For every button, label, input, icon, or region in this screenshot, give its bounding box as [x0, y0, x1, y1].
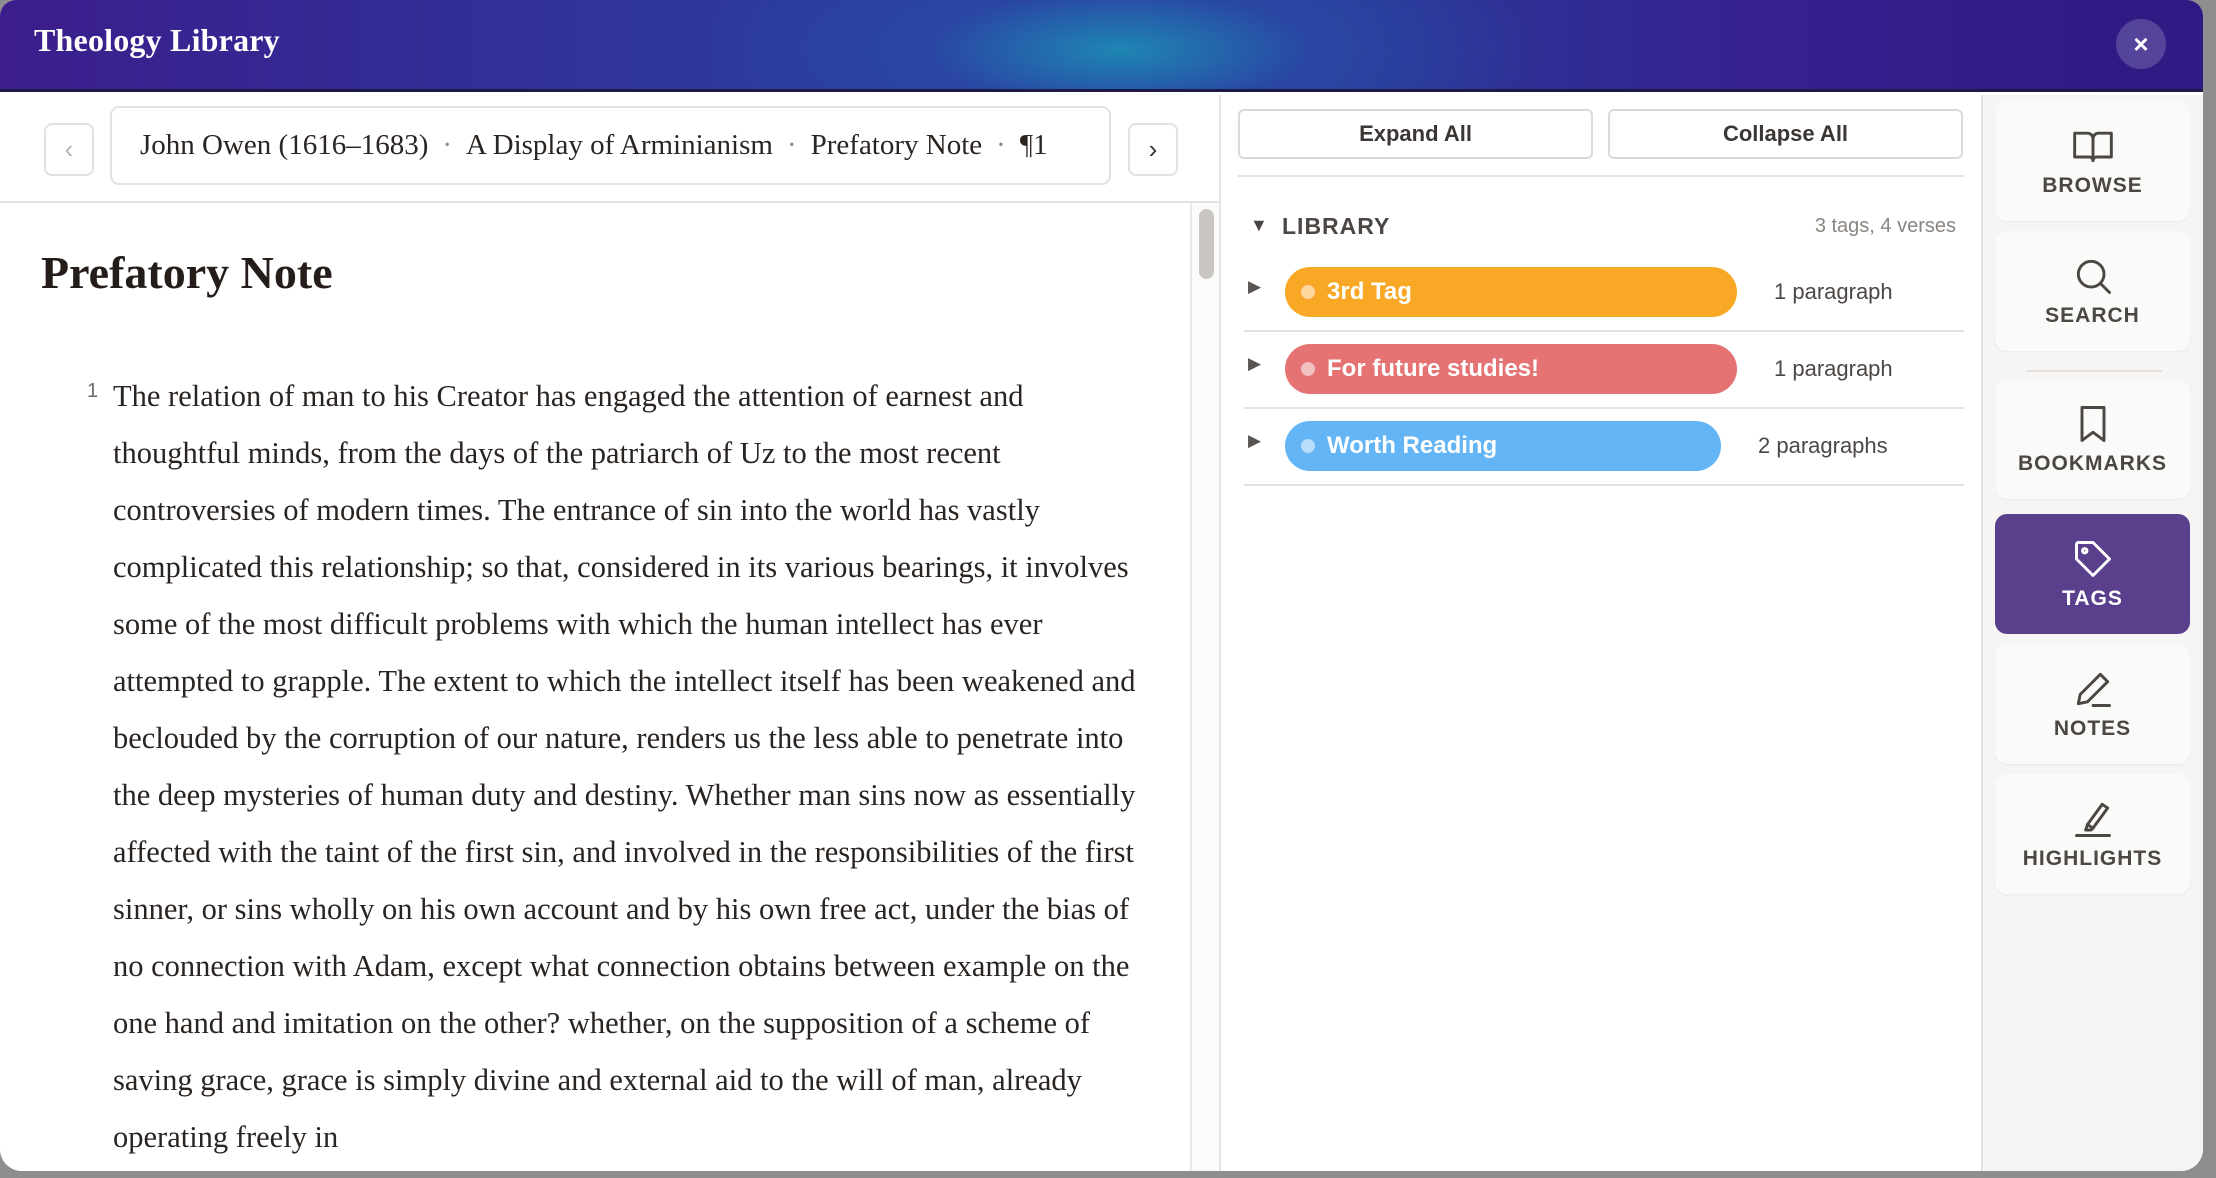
breadcrumb[interactable]: John Owen (1616–1683) · A Display of Arm…	[110, 106, 1111, 185]
library-title: LIBRARY	[1282, 213, 1391, 239]
sidebar-item-label: BROWSE	[2042, 174, 2143, 197]
chevron-right-icon: ›	[1148, 134, 1158, 164]
bookmark-icon	[2080, 406, 2105, 442]
sidebar-item-label: HIGHLIGHTS	[2022, 847, 2163, 870]
chevron-left-icon: ‹	[64, 134, 74, 164]
caret-right-icon[interactable]: ▶	[1248, 277, 1261, 297]
tag-row[interactable]: ▶ 3rd Tag 1 paragraph	[1244, 255, 1964, 332]
sidebar-item-label: BOOKMARKS	[2018, 452, 2167, 475]
breadcrumb-section[interactable]: Prefatory Note	[811, 129, 983, 162]
panel-divider	[1238, 175, 1964, 177]
library-count: 3 tags, 4 verses	[1814, 215, 1956, 237]
highlighter-icon	[2074, 802, 2111, 837]
tag-pill[interactable]: Worth Reading	[1285, 421, 1721, 471]
tag-icon	[2074, 541, 2111, 577]
tag-count: 1 paragraph	[1774, 279, 1893, 304]
sidebar-item-tags[interactable]: TAGS	[1995, 514, 2190, 634]
app-window: Theology Library × ‹ John Owen (1616–168…	[0, 0, 2203, 1171]
right-sidebar: BROWSE SEARCH BOOKMARKS TAGS NOTES HIGHL…	[1981, 95, 2203, 1171]
tag-pill[interactable]: For future studies!	[1285, 344, 1737, 394]
caret-down-icon[interactable]: ▼	[1250, 215, 1268, 236]
breadcrumb-separator: ·	[442, 129, 453, 161]
sidebar-separator	[2027, 370, 2162, 372]
tag-row[interactable]: ▶ Worth Reading 2 paragraphs	[1244, 409, 1964, 486]
breadcrumb-paragraph[interactable]: ¶1	[1020, 129, 1048, 162]
chapter-title: Prefatory Note	[41, 247, 333, 298]
expand-all-button[interactable]: Expand All	[1238, 109, 1593, 159]
sidebar-item-label: SEARCH	[2045, 304, 2140, 327]
pencil-icon	[2076, 672, 2111, 707]
sidebar-item-highlights[interactable]: HIGHLIGHTS	[1995, 774, 2190, 894]
previous-button[interactable]: ‹	[44, 123, 94, 176]
breadcrumb-separator: ·	[786, 129, 797, 161]
next-button[interactable]: ›	[1128, 123, 1178, 176]
reader-scrollbar[interactable]	[1190, 203, 1219, 1171]
tag-count: 2 paragraphs	[1758, 433, 1888, 458]
collapse-all-button[interactable]: Collapse All	[1608, 109, 1963, 159]
caret-right-icon[interactable]: ▶	[1248, 354, 1261, 374]
verse-number[interactable]: 1	[87, 380, 98, 403]
book-open-icon	[2072, 131, 2113, 163]
app-title: Theology Library	[34, 22, 280, 58]
breadcrumb-work[interactable]: A Display of Arminianism	[466, 129, 773, 162]
close-icon: ×	[2133, 28, 2149, 59]
sidebar-item-label: NOTES	[2053, 717, 2132, 740]
tag-name: 3rd Tag	[1327, 278, 1412, 305]
tag-name: Worth Reading	[1327, 432, 1498, 459]
verse-text[interactable]: The relation of man to his Creator has e…	[113, 368, 1153, 1166]
sidebar-item-label: TAGS	[2062, 587, 2123, 610]
tag-count: 1 paragraph	[1774, 356, 1893, 381]
reader-content: Prefatory Note 1 The relation of man to …	[0, 203, 1190, 1171]
tag-name: For future studies!	[1327, 355, 1540, 382]
sidebar-item-browse[interactable]: BROWSE	[1995, 101, 2190, 221]
tag-pill[interactable]: 3rd Tag	[1285, 267, 1737, 317]
tag-dot-icon	[1301, 362, 1315, 376]
scrollbar-thumb[interactable]	[1199, 209, 1214, 279]
tags-panel: Expand All Collapse All ▼ LIBRARY 3 tags…	[1222, 95, 1981, 1171]
sidebar-item-bookmarks[interactable]: BOOKMARKS	[1995, 379, 2190, 499]
breadcrumb-separator: ·	[996, 129, 1006, 161]
search-icon	[2076, 259, 2111, 294]
breadcrumb-author[interactable]: John Owen (1616–1683)	[140, 129, 428, 162]
tag-dot-icon	[1301, 285, 1315, 299]
sidebar-item-notes[interactable]: NOTES	[1995, 644, 2190, 764]
library-header[interactable]: ▼ LIBRARY 3 tags, 4 verses	[1250, 213, 1964, 243]
tag-dot-icon	[1301, 439, 1315, 453]
sidebar-item-search[interactable]: SEARCH	[1995, 231, 2190, 351]
close-button[interactable]: ×	[2116, 19, 2166, 69]
tag-row[interactable]: ▶ For future studies! 1 paragraph	[1244, 332, 1964, 409]
reader-navbar: ‹ John Owen (1616–1683) · A Display of A…	[0, 95, 1219, 203]
title-bar: Theology Library ×	[0, 0, 2203, 92]
caret-right-icon[interactable]: ▶	[1248, 431, 1261, 451]
reader-pane: ‹ John Owen (1616–1683) · A Display of A…	[0, 95, 1221, 1171]
